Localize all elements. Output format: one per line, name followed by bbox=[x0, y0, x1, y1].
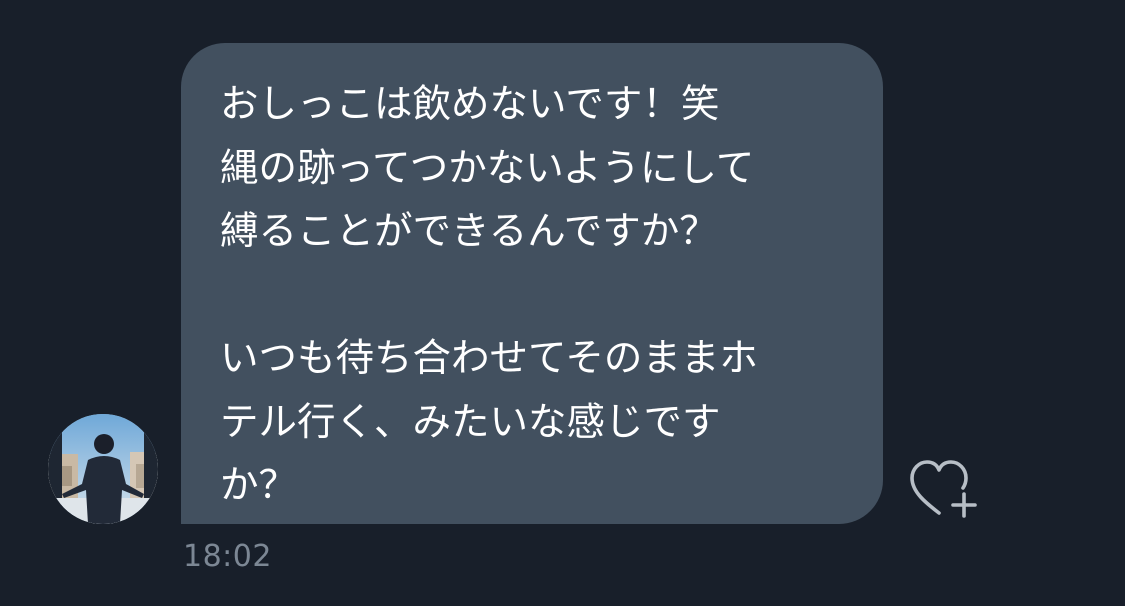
message-line: 縛ることができるんですか？ bbox=[220, 209, 718, 254]
avatar-photo bbox=[48, 414, 158, 524]
react-heart-button[interactable] bbox=[906, 458, 980, 520]
message-timestamp: 18:02 bbox=[183, 539, 272, 574]
message-line: おしっこは飲めないです！笑 bbox=[220, 82, 720, 127]
message-bubble[interactable]: おしっこは飲めないです！笑 縄の跡ってつかないようにして 縛ることができるんです… bbox=[181, 43, 883, 524]
heart-plus-icon bbox=[910, 460, 977, 518]
message-line: 縄の跡ってつかないようにして bbox=[220, 145, 755, 191]
avatar[interactable] bbox=[48, 414, 158, 524]
message-line: テル行く、みたいな感じです bbox=[220, 399, 721, 445]
message-line-blank bbox=[220, 264, 853, 328]
message-line: いつも待ち合わせてそのままホ bbox=[220, 336, 758, 381]
message-line: か？ bbox=[220, 463, 298, 508]
